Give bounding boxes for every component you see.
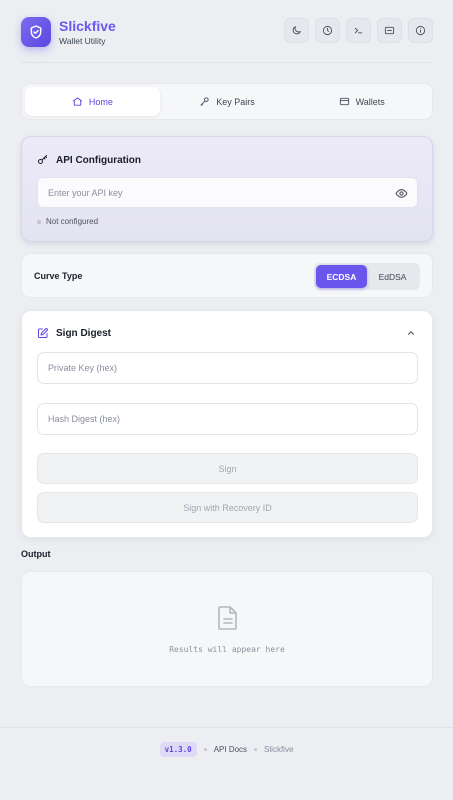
- api-key-input[interactable]: Enter your API key: [37, 177, 418, 208]
- curve-option-eddsa[interactable]: EdDSA: [367, 265, 418, 288]
- version-badge: v1.3.0: [159, 742, 197, 757]
- app-subtitle: Wallet Utility: [59, 36, 106, 46]
- tab-wallets-label: Wallets: [355, 96, 385, 107]
- footer: v1.3.0 API Docs Slickfive: [0, 742, 453, 757]
- shield-logo-icon: [21, 17, 51, 47]
- document-icon: [218, 606, 237, 630]
- info-icon: [415, 25, 426, 36]
- footer-separator: [254, 748, 258, 751]
- sign-recovery-button[interactable]: Sign with Recovery ID: [37, 492, 418, 523]
- info-button[interactable]: [408, 18, 433, 43]
- curve-type-label: Curve Type: [34, 271, 83, 281]
- sign-digest-title: Sign Digest: [56, 327, 112, 339]
- moon-icon: [292, 25, 302, 35]
- chevron-up-icon[interactable]: [406, 328, 416, 338]
- terminal-icon: [354, 27, 363, 34]
- footer-brand: Slickfive: [264, 745, 294, 754]
- tab-home[interactable]: Home: [25, 87, 160, 116]
- footer-separator: [203, 748, 207, 751]
- status-dot: [37, 219, 41, 224]
- curve-option-ecdsa[interactable]: ECDSA: [316, 265, 367, 288]
- tab-key-pairs-label: Key Pairs: [216, 96, 255, 107]
- api-status: Not configured: [37, 217, 98, 226]
- output-empty-message: Results will appear here: [169, 645, 285, 654]
- theme-toggle-button[interactable]: [284, 18, 309, 43]
- api-config-card: API Configuration Enter your API key Not…: [21, 136, 433, 242]
- api-docs-link[interactable]: API Docs: [214, 745, 247, 754]
- history-button[interactable]: [315, 18, 340, 43]
- footer-divider: [0, 727, 453, 728]
- private-key-placeholder: Private Key (hex): [48, 363, 118, 373]
- hash-digest-placeholder: Hash Digest (hex): [48, 414, 121, 424]
- console-button[interactable]: [346, 18, 371, 43]
- tab-wallets[interactable]: Wallets: [294, 87, 429, 116]
- sign-digest-card: Sign Digest Private Key (hex) Hash Diges…: [21, 310, 433, 538]
- screen-icon: [384, 26, 395, 35]
- home-icon: [72, 97, 82, 106]
- nav-tabs: Home Key Pairs Wallets: [21, 83, 433, 120]
- sign-button[interactable]: Sign: [37, 453, 418, 484]
- edit-icon: [38, 327, 49, 338]
- curve-type-toggle: ECDSA EdDSA: [314, 263, 420, 290]
- hash-digest-input[interactable]: Hash Digest (hex): [37, 403, 418, 435]
- api-config-title: API Configuration: [56, 154, 141, 166]
- tab-key-pairs[interactable]: Key Pairs: [160, 87, 295, 116]
- output-panel: Results will appear here: [21, 571, 433, 687]
- card-icon: [339, 97, 349, 106]
- output-label: Output: [21, 549, 51, 559]
- app-name: Slickfive: [59, 18, 116, 34]
- header-divider: [21, 62, 433, 63]
- key-icon: [200, 97, 209, 106]
- display-button[interactable]: [377, 18, 402, 43]
- app-header: Slickfive Wallet Utility: [21, 16, 433, 48]
- private-key-input[interactable]: Private Key (hex): [37, 352, 418, 384]
- key-icon: [38, 155, 47, 164]
- tab-home-label: Home: [88, 96, 113, 107]
- curve-type-card: Curve Type ECDSA EdDSA: [21, 253, 433, 298]
- clock-icon: [322, 25, 333, 36]
- api-status-text: Not configured: [46, 217, 99, 226]
- eye-icon[interactable]: [395, 187, 408, 200]
- api-key-placeholder: Enter your API key: [48, 187, 123, 198]
